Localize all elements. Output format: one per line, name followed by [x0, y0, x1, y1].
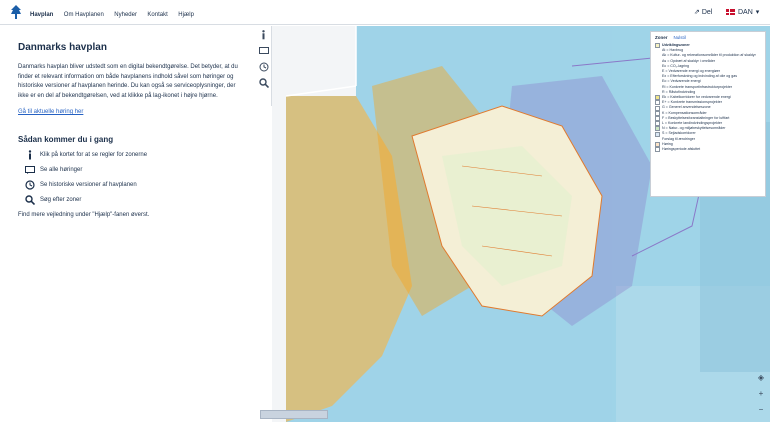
legend-label: Høringsperiode afsluttet	[662, 147, 701, 152]
step-history: Se historiske versioner af havplanen	[18, 180, 238, 190]
step-text: Klik på kortet for at se regler for zone…	[40, 152, 148, 159]
comment-icon	[24, 165, 36, 175]
step-text: Søg efter zoner	[40, 197, 82, 204]
info-panel: Danmarks havplan Danmarks havplan bliver…	[0, 26, 256, 422]
step-search: Søg efter zoner	[18, 195, 238, 206]
howto-title: Sådan kommer du i gang	[18, 135, 114, 145]
nav-item-kontakt[interactable]: Kontakt	[147, 12, 167, 18]
danish-flag-icon	[726, 9, 735, 15]
info-tool-button[interactable]	[258, 28, 270, 41]
language-selector[interactable]: DAN ▾	[726, 8, 759, 16]
layers-icon[interactable]: ◈	[756, 373, 766, 383]
intro-text: Danmarks havplan bliver udstedt som en d…	[18, 64, 238, 99]
history-icon	[24, 180, 36, 190]
history-icon	[259, 62, 268, 71]
share-icon: ⇗	[694, 9, 700, 16]
share-label: Del	[701, 9, 713, 16]
step-text: Se alle høringer	[40, 167, 83, 174]
chevron-down-icon: ▾	[755, 9, 760, 16]
legend-item[interactable]: Høringsperiode afsluttet	[655, 147, 761, 153]
legend-tabs: Zoner Nulstil	[655, 35, 761, 40]
map-controls: ◈ + −	[755, 373, 767, 415]
zoom-out-icon[interactable]: −	[756, 405, 766, 415]
nav-item-nyheder[interactable]: Nyheder	[114, 12, 137, 18]
search-icon	[24, 195, 36, 206]
logo-icon[interactable]	[10, 5, 22, 19]
top-navigation-bar: Havplan Om Havplanen Nyheder Kontakt Hjæ…	[0, 0, 770, 25]
info-icon	[262, 29, 265, 39]
hearings-tool-button[interactable]	[258, 44, 270, 57]
step-text: Se historiske versioner af havplanen	[40, 182, 137, 189]
language-label: DAN	[738, 8, 753, 16]
tab-nulstil[interactable]: Nulstil	[674, 35, 686, 40]
zoom-in-icon[interactable]: +	[756, 389, 766, 399]
legend-swatch	[655, 147, 660, 153]
search-icon	[258, 77, 269, 88]
main-nav: Havplan Om Havplanen Nyheder Kontakt Hjæ…	[30, 3, 200, 21]
nav-item-hjaelp[interactable]: Hjælp	[178, 12, 194, 18]
page-title: Danmarks havplan	[18, 42, 107, 53]
step-click-map: Klik på kortet for at se regler for zone…	[18, 150, 238, 160]
map-toolstrip	[256, 26, 272, 106]
history-tool-button[interactable]	[258, 60, 270, 73]
nav-item-om-havplanen[interactable]: Om Havplanen	[64, 12, 104, 18]
nav-item-havplan[interactable]: Havplan	[30, 12, 53, 18]
info-icon	[24, 150, 36, 160]
legend-panel: Zoner Nulstil Udviklingszoner At = Havbru…	[650, 31, 766, 197]
map-scale-bar	[260, 410, 328, 419]
current-hearing-link[interactable]: Gå til aktuelle høring her	[18, 109, 238, 115]
search-tool-button[interactable]	[258, 76, 270, 89]
step-hearings: Se alle høringer	[18, 165, 238, 175]
legend-list: Udviklingszoner At = Havbrug Ak = Kultur- …	[655, 43, 761, 153]
tab-zoner[interactable]: Zoner	[655, 35, 668, 40]
share-button[interactable]: ⇗ Del	[694, 8, 712, 16]
comment-icon	[258, 46, 269, 54]
help-footer-text: Find mere vejledning under "Hjælp"-fanen…	[18, 212, 150, 219]
